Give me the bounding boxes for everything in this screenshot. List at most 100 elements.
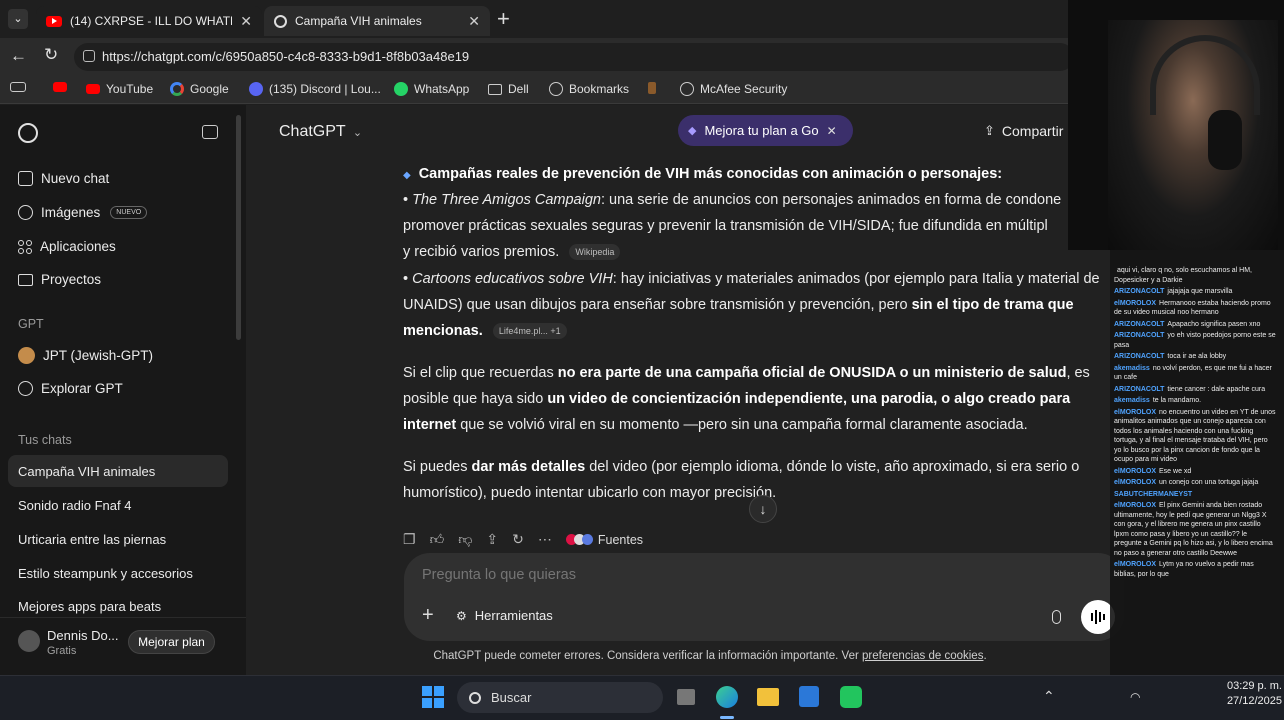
close-sidebar-icon[interactable] xyxy=(202,125,218,139)
stream-chat-username: SABUTCHERMANEYST xyxy=(1114,490,1193,498)
sidebar-item-explore-gpt[interactable]: Explorar GPT xyxy=(18,381,123,396)
close-icon[interactable]: ✕ xyxy=(827,124,837,138)
stream-chat-text: te la mandamo. xyxy=(1152,397,1202,404)
chatgpt-logo-icon[interactable] xyxy=(18,123,38,143)
youtube-icon xyxy=(86,84,100,94)
bookmark-whatsapp[interactable]: WhatsApp xyxy=(394,82,469,96)
discord-icon xyxy=(249,82,263,96)
sidebar-item-projects[interactable]: Proyectos xyxy=(18,272,101,287)
bookmark-google[interactable]: Google xyxy=(170,82,229,96)
sidebar-item-jpt[interactable]: JPT (Jewish-GPT) xyxy=(18,347,153,364)
bookmark-youtube-icon-only[interactable] xyxy=(53,82,67,92)
stream-chat-username: elMOROLOX xyxy=(1114,502,1157,509)
tab-list-dropdown-icon[interactable]: ⌄ xyxy=(8,9,28,29)
citation-chip[interactable]: Life4me.pl... +1 xyxy=(492,323,567,340)
reload-icon[interactable]: ↻ xyxy=(44,45,58,65)
clock-date: 27/12/2025 xyxy=(1226,695,1282,707)
store-icon[interactable] xyxy=(799,686,819,707)
sidebar-scrollbar[interactable] xyxy=(236,115,241,340)
new-tab-button[interactable]: + xyxy=(497,6,510,32)
regenerate-icon[interactable]: ↻ xyxy=(512,531,524,548)
file-explorer-icon[interactable] xyxy=(757,688,779,706)
composer: + ⚙ Herramientas xyxy=(404,553,1124,641)
thumbs-up-icon[interactable]: 👍︎ xyxy=(430,531,445,548)
add-attachment-button[interactable]: + xyxy=(422,605,434,625)
upgrade-go-pill[interactable]: ◆ Mejora tu plan a Go ✕ xyxy=(678,115,853,146)
windows-taskbar: Buscar ⌃ ◠ 03:29 p. m. 27/12/2025 xyxy=(0,675,1284,720)
tab-chatgpt[interactable]: Campaña VIH animales ✕ xyxy=(264,6,490,36)
tray-chevron-up-icon[interactable]: ⌃ xyxy=(1043,688,1055,705)
sidebar-item-apps[interactable]: Aplicaciones xyxy=(18,239,116,254)
cookie-preferences-link[interactable]: preferencias de cookies xyxy=(862,650,983,662)
bookmark-youtube[interactable]: YouTube xyxy=(86,82,153,96)
citation-chip[interactable]: Wikipedia xyxy=(569,244,621,261)
clock[interactable]: 03:29 p. m. 27/12/2025 xyxy=(1196,679,1282,709)
close-tab-icon[interactable]: ✕ xyxy=(468,13,480,30)
more-icon[interactable]: ⋯ xyxy=(538,531,552,548)
bookmark-discord[interactable]: (135) Discord | Lou... xyxy=(249,82,381,96)
source-favicons-icon xyxy=(565,534,593,545)
stream-chat-username: elMOROLOX xyxy=(1114,479,1157,486)
chat-item[interactable]: Estilo steampunk y accesorios xyxy=(18,566,193,581)
chat-item[interactable]: Sonido radio Fnaf 4 xyxy=(18,498,131,513)
copy-icon[interactable]: ❐ xyxy=(403,531,416,548)
sidebar-item-new-chat[interactable]: Nuevo chat xyxy=(18,171,109,186)
stream-chat-username: ARIZONACOLT xyxy=(1114,288,1165,295)
thumbs-down-icon[interactable]: 👎︎ xyxy=(458,531,472,548)
start-button[interactable] xyxy=(422,686,444,708)
tools-icon: ⚙ xyxy=(456,608,467,623)
taskbar-search[interactable]: Buscar xyxy=(457,682,663,713)
prompt-input[interactable] xyxy=(422,563,1072,587)
youtube-icon xyxy=(46,15,62,27)
stream-chat-username: elMOROLOX xyxy=(1114,408,1157,416)
tab-youtube[interactable]: (14) CXRPSE - ILL DO WHATEVER I ✕ xyxy=(36,6,262,36)
sidebar: Nuevo chat Imágenes NUEVO Aplicaciones P… xyxy=(0,105,246,675)
bookmark-mcafee[interactable]: McAfee Security xyxy=(680,82,787,96)
wifi-icon[interactable]: ◠ xyxy=(1130,690,1140,704)
close-tab-icon[interactable]: ✕ xyxy=(240,13,252,30)
stream-chat-username: elMOROLOX xyxy=(1114,561,1157,568)
sources-button[interactable]: Fuentes xyxy=(565,533,643,547)
scroll-down-button[interactable]: ↓ xyxy=(749,495,777,523)
bookmark-dell[interactable]: Dell xyxy=(488,82,529,96)
chat-item[interactable]: Mejores apps para beats xyxy=(18,599,161,614)
diamond-bullet-icon: ◆ xyxy=(403,170,411,181)
task-view-icon[interactable] xyxy=(677,689,695,705)
stream-chat-message: SABUTCHERMANEYST xyxy=(1114,490,1276,500)
user-plan: Gratis xyxy=(47,645,77,657)
user-profile[interactable]: Dennis Do... Gratis Mejorar plan xyxy=(0,617,246,675)
apps-icon xyxy=(18,239,32,254)
microphone-icon xyxy=(1208,110,1242,170)
chat-item[interactable]: Urticaria entre las piernas xyxy=(18,532,166,547)
microphone-icon[interactable] xyxy=(1052,610,1061,624)
stream-chat-message: ARIZONACOLT jajajaja que marsvilla xyxy=(1114,287,1276,297)
tab-title: (14) CXRPSE - ILL DO WHATEVER I xyxy=(70,14,232,28)
bookmark-bookmarks[interactable]: Bookmarks xyxy=(549,82,629,96)
chat-item[interactable]: Campaña VIH animales xyxy=(18,464,155,479)
stream-chat-message: elMOROLOX Ese we xd xyxy=(1114,467,1276,477)
clock-time: 03:29 p. m. xyxy=(1226,680,1282,692)
webcam-overlay xyxy=(1068,0,1284,250)
site-info-icon[interactable] xyxy=(83,50,95,62)
model-selector[interactable]: ChatGPT ⌄ xyxy=(279,123,362,141)
share-button[interactable]: ⇪ Compartir xyxy=(984,123,1063,139)
sidebar-item-images[interactable]: Imágenes NUEVO xyxy=(18,205,148,220)
share-icon[interactable]: ⇪ xyxy=(486,531,498,548)
stream-chat-text: un conejo con una tortuga jajaja xyxy=(1159,479,1259,486)
tools-button[interactable]: ⚙ Herramientas xyxy=(456,608,553,623)
upgrade-plan-button[interactable]: Mejorar plan xyxy=(128,630,215,654)
stream-chat-username: ARIZONACOLT xyxy=(1114,332,1165,339)
stream-chat-message: ARIZONACOLT Apapacho significa pasen xno xyxy=(1114,320,1276,330)
reading-mode-icon[interactable] xyxy=(10,82,26,92)
list-item-three-amigos: • The Three Amigos Campaign: una serie d… xyxy=(403,192,1062,261)
back-icon[interactable]: ← xyxy=(10,46,27,66)
app-icon[interactable] xyxy=(840,686,862,708)
youtube-icon xyxy=(53,82,67,92)
bookmark-favicon-icon[interactable] xyxy=(648,82,656,94)
edit-icon xyxy=(18,171,33,186)
stream-chat-message: elMOROLOX Lytm ya no vuelvo a pedir mas b… xyxy=(1114,560,1276,579)
edge-icon[interactable] xyxy=(716,686,738,708)
stream-chat-username: ARIZONACOLT xyxy=(1114,353,1165,360)
stream-chat-message: ARIZONACOLT toca ir ae ala lobby xyxy=(1114,352,1276,362)
url-bar[interactable]: https://chatgpt.com/c/6950a850-c4c8-8333… xyxy=(74,43,1074,71)
